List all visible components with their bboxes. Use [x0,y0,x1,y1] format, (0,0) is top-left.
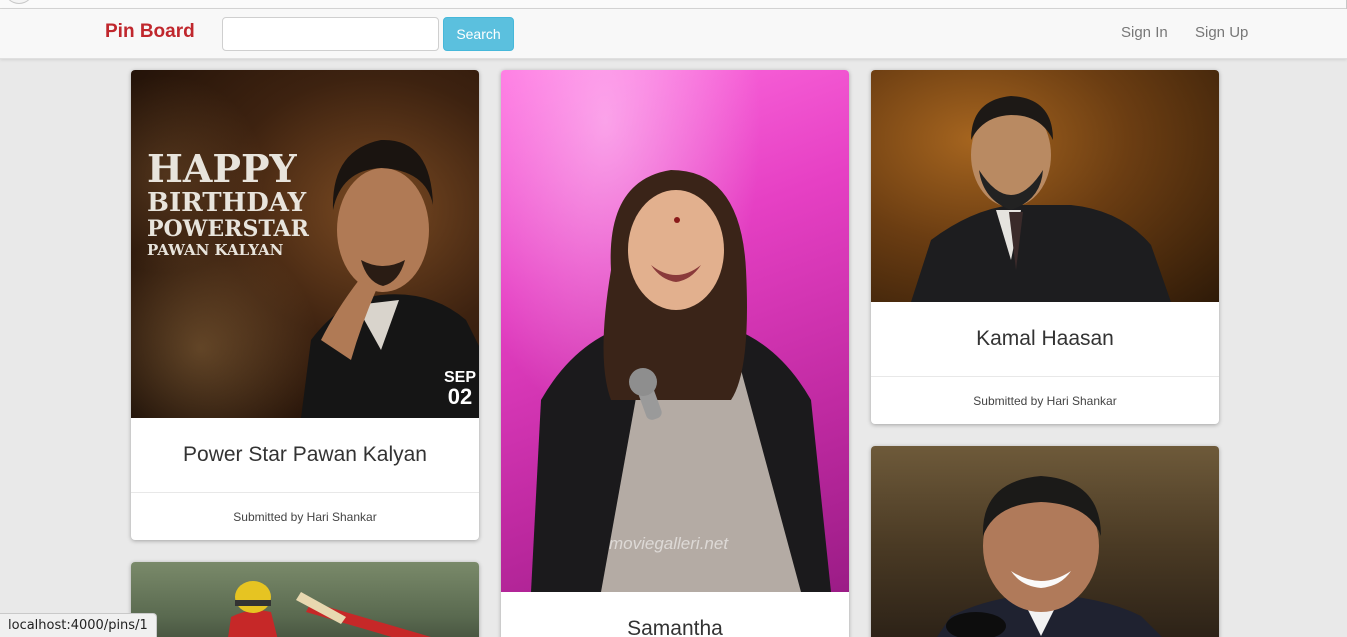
pin-card[interactable] [871,446,1219,637]
pin-card[interactable]: Kamal Haasan Submitted by Hari Shankar [871,70,1219,424]
browser-button[interactable] [4,0,34,4]
pin-submitted-by: Submitted by Hari Shankar [973,393,1117,408]
sign-up-link[interactable]: Sign Up [1195,24,1248,41]
pin-image[interactable] [871,446,1219,637]
pin-card[interactable]: HAPPY BIRTHDAY POWERSTAR PAWAN KALYAN SE… [131,70,479,540]
pin-title[interactable]: Kamal Haasan [871,302,1219,377]
brand-logo[interactable]: Pin Board [105,21,195,43]
sign-in-link[interactable]: Sign In [1121,24,1168,41]
status-bar-url: localhost:4000/pins/1 [0,613,157,637]
pin-image[interactable] [131,562,479,637]
pin-image[interactable]: HAPPY BIRTHDAY POWERSTAR PAWAN KALYAN SE… [131,70,479,418]
navbar: Pin Board Search Sign In Sign Up [0,9,1347,59]
image-watermark: moviegalleri.net [609,534,729,553]
pin-title[interactable]: Power Star Pawan Kalyan [131,418,479,493]
search-input[interactable] [222,17,439,51]
pin-submitted-by: Submitted by Hari Shankar [233,509,377,524]
pin-image[interactable]: moviegalleri.net [501,70,849,592]
search-button[interactable]: Search [443,17,514,51]
portrait-figure [937,476,1162,637]
portrait-figure [228,581,431,637]
pin-title[interactable]: Samantha [501,592,849,637]
date-badge: SEP 02 [444,370,476,408]
pin-image[interactable] [871,70,1219,302]
portrait-figure [911,96,1171,302]
browser-top-strip [0,0,1347,9]
pin-card[interactable] [131,562,479,637]
pin-card[interactable]: moviegalleri.net Samantha [501,70,849,637]
date-day: 02 [447,384,473,409]
portrait-figure [531,170,831,592]
